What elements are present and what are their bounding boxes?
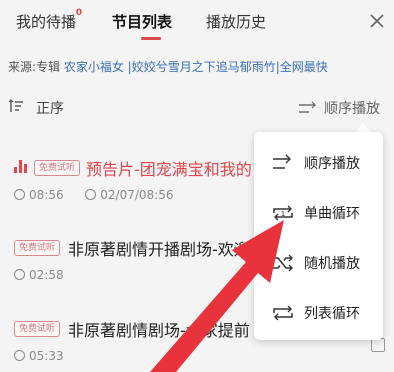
episode-title[interactable]: 非原著剧情剧场-大家提前 (68, 317, 250, 341)
play-mode-button[interactable]: 顺序播放 (324, 98, 380, 118)
sort-order-button[interactable]: 正序 (36, 98, 64, 118)
episode-title[interactable]: 预告片-团宠满宝和我的 (86, 156, 252, 180)
shuffle-icon (273, 254, 293, 272)
album-link[interactable]: 农家小福女 |姣姣兮雪月之下追马郁雨竹|全网最快 (64, 60, 328, 74)
episode-meta: 08:56 02/07/08:56 (14, 188, 173, 202)
episode-title[interactable]: 非原著剧情开播剧场-欢迎 (68, 236, 250, 260)
album-source: 来源:专辑 农家小福女 |姣姣兮雪月之下追马郁雨竹|全网最快 (8, 58, 328, 75)
menu-item-label: 随机播放 (304, 256, 360, 272)
now-playing-icon (14, 160, 28, 173)
episode-duration: 02:58 (29, 268, 64, 282)
calendar-clock-icon (85, 189, 97, 200)
menu-item-sequential[interactable]: 顺序播放 (254, 138, 383, 188)
sequential-icon (273, 154, 291, 169)
tab-my-queue[interactable]: 我的待播 0 (16, 8, 82, 32)
menu-item-repeat-all[interactable]: 列表循环 (254, 288, 383, 338)
clock-icon (14, 269, 25, 280)
episode-date: 02/07/08:56 (100, 188, 174, 202)
episode-duration: 08:56 (29, 188, 64, 202)
menu-item-label: 顺序播放 (304, 156, 360, 172)
clock-icon (14, 189, 25, 200)
free-trial-badge: 免费试听 (34, 160, 81, 176)
tab-play-history[interactable]: 播放历史 (206, 11, 266, 32)
source-prefix: 来源:专辑 (8, 60, 64, 74)
free-trial-badge: 免费试听 (14, 240, 61, 256)
play-mode-menu: 顺序播放 1 单曲循环 随机播放 列表循环 (254, 132, 383, 340)
episode-meta: 02:58 (14, 268, 64, 282)
tab-episode-list[interactable]: 节目列表 (112, 11, 172, 32)
episode-meta: 05:33 (14, 349, 64, 363)
close-icon[interactable] (368, 12, 386, 30)
menu-item-label: 单曲循环 (304, 206, 360, 222)
free-trial-badge: 免费试听 (14, 321, 61, 337)
episode-duration: 05:33 (29, 349, 64, 363)
menu-item-repeat-one[interactable]: 1 单曲循环 (254, 188, 383, 238)
menu-item-shuffle[interactable]: 随机播放 (254, 238, 383, 288)
active-tab-indicator (141, 37, 161, 40)
sort-order-icon[interactable] (8, 99, 24, 113)
download-icon[interactable] (371, 338, 385, 352)
repeat-all-icon (273, 305, 293, 321)
repeat-one-icon: 1 (273, 205, 293, 221)
menu-item-label: 列表循环 (304, 306, 360, 322)
clock-icon (14, 350, 25, 361)
svg-text:1: 1 (281, 210, 285, 218)
tab-badge: 0 (75, 8, 83, 18)
play-mode-icon[interactable] (297, 101, 319, 115)
tab-label: 我的待播 (16, 13, 77, 31)
